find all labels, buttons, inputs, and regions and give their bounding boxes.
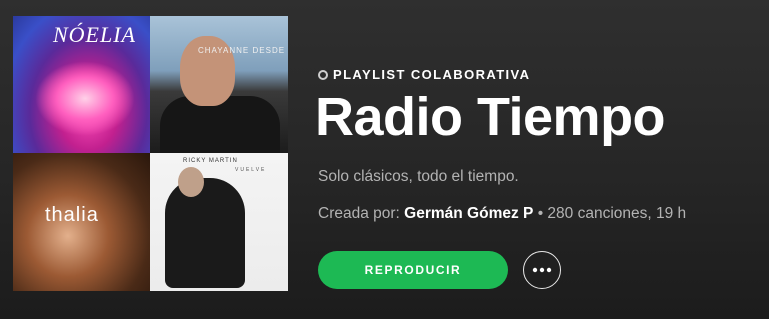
playlist-description: Solo clásicos, todo el tiempo. — [318, 168, 519, 185]
album-art-noelia: NÓELIA — [13, 16, 150, 153]
playlist-type-text: PLAYLIST COLABORATIVA — [333, 67, 531, 82]
album-art-figure — [165, 178, 245, 288]
album-art-caption: NÓELIA — [53, 22, 136, 47]
playlist-type-label: PLAYLIST COLABORATIVA — [318, 67, 530, 82]
playlist-cover-mosaic[interactable]: NÓELIA CHAYANNE DESDE SIEMPRE thalia RIC… — [13, 16, 288, 291]
playlist-title: Radio Tiempo — [315, 87, 666, 147]
album-art-caption: CHAYANNE DESDE SIEMPRE — [198, 46, 288, 55]
album-art-caption: thalia — [45, 204, 99, 226]
playlist-owner-link[interactable]: Germán Gómez P — [404, 205, 533, 222]
album-art-subcaption: VUELVE — [235, 167, 267, 173]
playlist-metadata: Creada por: Germán Gómez P • 280 cancion… — [318, 205, 686, 223]
created-by-label: Creada por: — [318, 205, 400, 222]
album-art-figure — [160, 96, 280, 153]
album-art-ricky-martin: RICKY MARTIN VUELVE — [150, 153, 288, 291]
collaborative-icon — [318, 69, 328, 80]
more-options-button[interactable] — [523, 251, 561, 289]
album-art-figure — [35, 61, 135, 136]
album-art-caption: RICKY MARTIN — [183, 158, 238, 164]
play-button[interactable]: REPRODUCIR — [318, 251, 508, 289]
album-art-chayanne: CHAYANNE DESDE SIEMPRE — [150, 16, 288, 153]
more-horizontal-icon — [532, 267, 552, 273]
album-art-face — [178, 167, 204, 197]
album-art-thalia: thalia — [13, 153, 150, 291]
playlist-stats: • 280 canciones, 19 h — [537, 205, 687, 222]
